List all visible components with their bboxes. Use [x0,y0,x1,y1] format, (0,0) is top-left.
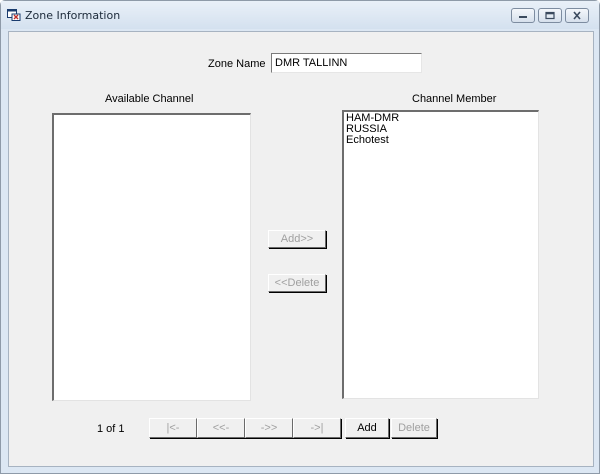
minimize-button[interactable] [511,8,535,23]
zone-information-window: Zone Information Zone Name Available Cha… [0,0,600,474]
next-page-button[interactable]: ->> [245,418,293,438]
close-icon [573,11,581,20]
available-channel-list[interactable] [52,113,251,401]
delete-zone-button[interactable]: Delete [391,418,437,438]
add-zone-button[interactable]: Add [345,418,389,438]
page-indicator: 1 of 1 [97,423,125,435]
minimize-icon [519,16,527,18]
title-bar[interactable]: Zone Information [1,1,599,29]
dialog-body: Zone Name Available Channel Channel Memb… [8,31,594,467]
maximize-button[interactable] [538,8,562,23]
first-page-button[interactable]: |<- [149,418,197,438]
add-channel-button[interactable]: Add>> [268,230,326,248]
last-page-button[interactable]: ->| [293,418,341,438]
close-button[interactable] [565,8,589,23]
zone-name-label: Zone Name [208,58,266,70]
channel-member-header: Channel Member [412,93,497,105]
delete-channel-button[interactable]: <<Delete [268,274,326,292]
channel-member-list[interactable]: HAM-DMR RUSSIA Echotest [342,110,539,399]
available-channel-header: Available Channel [105,93,194,105]
previous-page-button[interactable]: <<- [197,418,245,438]
window-title: Zone Information [25,9,121,22]
app-icon [7,9,21,21]
maximize-icon [545,11,555,20]
list-item[interactable]: Echotest [345,135,537,146]
zone-name-input[interactable] [271,53,422,73]
